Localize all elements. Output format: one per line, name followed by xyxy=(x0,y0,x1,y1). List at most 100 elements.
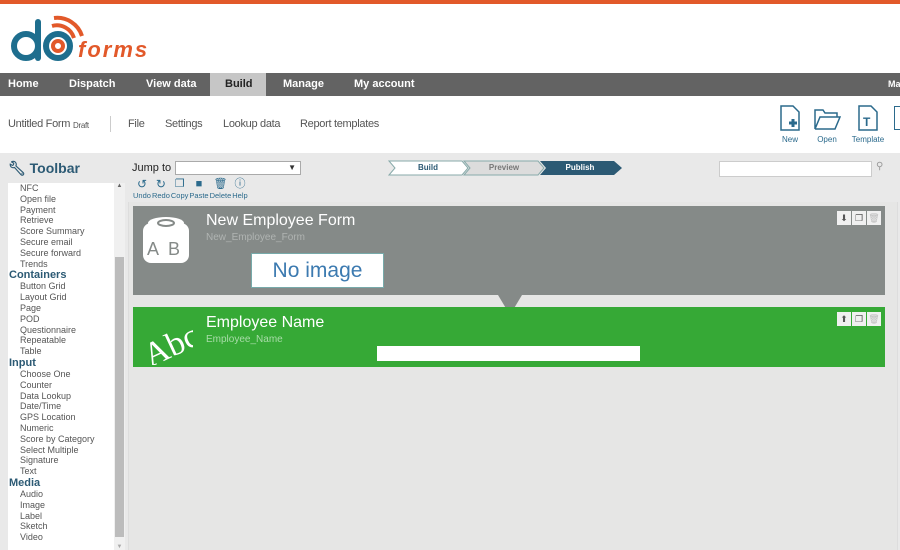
delete-icon[interactable]: 🗑︎ xyxy=(867,312,881,326)
nav-dispatch[interactable]: Dispatch xyxy=(61,73,138,96)
palette-item[interactable]: POD xyxy=(8,314,114,325)
template-icon: T xyxy=(858,105,878,131)
redo-icon: ↻ xyxy=(155,177,166,191)
menu-lookup-data[interactable]: Lookup data xyxy=(223,118,281,130)
menu-report-templates[interactable]: Report templates xyxy=(300,118,379,130)
palette-item[interactable]: Data Lookup xyxy=(8,391,114,402)
move-down-icon[interactable]: ⬇ xyxy=(837,211,851,225)
nav-user[interactable]: Mar xyxy=(880,73,900,96)
redo-label: Redo xyxy=(151,191,170,200)
nav-build[interactable]: Build xyxy=(210,73,266,96)
palette-item[interactable]: Numeric xyxy=(8,423,114,434)
no-image-placeholder[interactable]: No image xyxy=(251,253,384,288)
palette-item[interactable]: Counter xyxy=(8,380,114,391)
palette-item[interactable]: Page xyxy=(8,303,114,314)
palette-item[interactable]: NFC xyxy=(8,183,114,194)
palette-item[interactable]: Button Grid xyxy=(8,281,114,292)
copy-button[interactable]: ❐ Copy xyxy=(171,178,189,200)
palette-group-header: Input xyxy=(9,356,36,369)
redo-button[interactable]: ↻ Redo xyxy=(151,177,170,201)
scroll-down-icon[interactable]: ▼ xyxy=(114,544,125,550)
palette-item[interactable]: Select Multiple xyxy=(8,445,114,456)
undo-icon: ↺ xyxy=(136,177,147,191)
template-label: Template xyxy=(851,135,885,144)
palette-item[interactable]: Image xyxy=(8,500,114,511)
palette-item[interactable]: Score by Category xyxy=(8,434,114,445)
more-action-icon[interactable] xyxy=(894,106,900,130)
open-button[interactable]: Open xyxy=(807,105,847,144)
undo-button[interactable]: ↺ Undo xyxy=(133,177,151,201)
toolbar-title: Toolbar xyxy=(29,160,80,176)
info-icon: ⓘ xyxy=(234,178,246,190)
step-preview[interactable]: Preview xyxy=(474,161,534,175)
palette-item[interactable]: Sketch xyxy=(8,521,114,532)
nav-my-account[interactable]: My account xyxy=(336,73,436,96)
card-actions: ⬇ ❐ 🗑︎ xyxy=(837,211,881,225)
text-field-abc-icon: Abc xyxy=(138,317,193,365)
delete-button[interactable]: 🗑︎ Delete xyxy=(210,178,232,200)
palette-item[interactable]: Open file xyxy=(8,194,114,205)
nav-home[interactable]: Home xyxy=(0,73,61,96)
menu-settings[interactable]: Settings xyxy=(165,118,203,130)
palette-item[interactable]: Score Summary xyxy=(8,226,114,237)
palette-item[interactable]: Text xyxy=(8,466,114,477)
trash-icon: 🗑︎ xyxy=(213,178,228,190)
palette-item[interactable]: Signature xyxy=(8,455,114,466)
svg-text:T: T xyxy=(863,115,871,129)
delete-label: Delete xyxy=(209,191,232,200)
divider xyxy=(110,116,111,132)
form-header-card[interactable]: AB New Employee Form New_Employee_Form N… xyxy=(133,206,885,315)
palette-item[interactable]: Payment xyxy=(8,205,114,216)
palette-item[interactable]: Audio xyxy=(8,489,114,500)
duplicate-icon[interactable]: ❐ xyxy=(852,211,866,225)
doforms-logo: forms xyxy=(11,15,147,62)
copy-label: Copy xyxy=(170,191,189,200)
palette-item[interactable]: Retrieve xyxy=(8,215,114,226)
toolbar-header: 🔧︎ Toolbar xyxy=(8,160,80,177)
move-up-icon[interactable]: ⬆ xyxy=(837,312,851,326)
palette-item[interactable]: Choose One xyxy=(8,369,114,380)
new-label: New xyxy=(781,135,798,144)
palette-group-header: Media xyxy=(9,476,41,489)
field-card-employee-name[interactable]: Abc Employee Name Employee_Name ⬆ ❐ 🗑︎ xyxy=(133,307,885,367)
nav-view-data[interactable]: View data xyxy=(138,73,210,96)
palette-item[interactable]: Date/Time xyxy=(8,401,114,412)
scroll-up-icon[interactable]: ▲ xyxy=(114,183,125,189)
step-build[interactable]: Build xyxy=(398,161,458,175)
toolbar-palette: NFC Open file Payment Retrieve Score Summary… xyxy=(8,183,114,550)
palette-item[interactable]: Secure email xyxy=(8,237,114,248)
paste-label: Paste xyxy=(189,191,209,200)
template-button[interactable]: T Template xyxy=(848,105,888,144)
duplicate-icon[interactable]: ❐ xyxy=(852,312,866,326)
form-title-text: New Employee Form xyxy=(206,212,356,229)
palette-item[interactable]: Repeatable xyxy=(8,335,114,346)
jump-to-label: Jump to xyxy=(132,162,172,174)
palette-item[interactable]: Video xyxy=(8,532,114,543)
palette-item[interactable]: Secure forward xyxy=(8,248,114,259)
svg-text:A: A xyxy=(147,239,159,259)
new-button[interactable]: New xyxy=(770,105,810,144)
employee-name-input[interactable] xyxy=(377,346,640,361)
search-icon[interactable]: ⚲ xyxy=(876,161,883,172)
form-title: Untitled Form xyxy=(8,118,71,130)
main-nav: Home Dispatch View data Build Manage My … xyxy=(0,73,900,96)
scrollbar-thumb[interactable] xyxy=(115,257,124,537)
paste-button[interactable]: ■ Paste xyxy=(189,178,208,200)
palette-item[interactable]: Table xyxy=(8,346,114,357)
svg-text:Abc: Abc xyxy=(138,317,193,365)
palette-item[interactable]: Layout Grid xyxy=(8,292,114,303)
help-button[interactable]: ⓘ Help xyxy=(232,178,247,200)
form-name-text: New_Employee_Form xyxy=(206,232,305,243)
search-input[interactable] xyxy=(719,161,872,177)
delete-icon[interactable]: 🗑︎ xyxy=(867,211,881,225)
jump-to-select[interactable]: ▼ xyxy=(175,161,301,175)
step-publish[interactable]: Publish xyxy=(550,161,610,175)
palette-item[interactable]: GPS Location xyxy=(8,412,114,423)
menu-file[interactable]: File xyxy=(128,118,145,130)
nav-manage[interactable]: Manage xyxy=(266,73,336,96)
field-actions: ⬆ ❐ 🗑︎ xyxy=(837,312,881,326)
palette-item[interactable]: Trends xyxy=(8,259,114,270)
palette-item[interactable]: Label xyxy=(8,511,114,522)
palette-item[interactable]: Questionnaire xyxy=(8,325,114,336)
header: forms xyxy=(0,4,900,73)
